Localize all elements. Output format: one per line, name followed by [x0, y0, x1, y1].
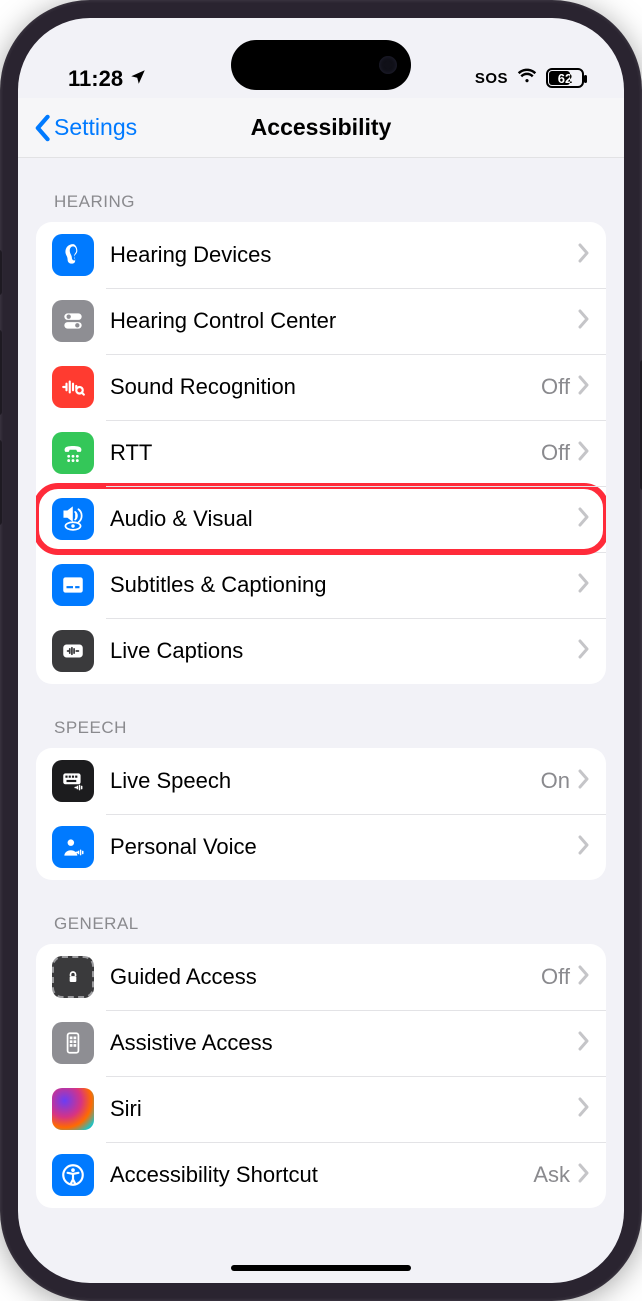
section-header-speech: SPEECH [18, 684, 624, 748]
row-label: Subtitles & Captioning [110, 572, 578, 598]
row-live-captions[interactable]: Live Captions [36, 618, 606, 684]
row-personal-voice[interactable]: Personal Voice [36, 814, 606, 880]
keyboard-wave-icon [52, 760, 94, 802]
back-button[interactable]: Settings [18, 114, 137, 142]
chevron-right-icon [578, 507, 590, 532]
tty-phone-icon [52, 432, 94, 474]
group-hearing: Hearing Devices Hearing Control Center S… [36, 222, 606, 684]
group-general: Guided Access Off Assistive Access Siri [36, 944, 606, 1208]
chevron-right-icon [578, 769, 590, 794]
row-hearing-control-center[interactable]: Hearing Control Center [36, 288, 606, 354]
row-live-speech[interactable]: Live Speech On [36, 748, 606, 814]
row-rtt[interactable]: RTT Off [36, 420, 606, 486]
row-value: On [541, 768, 570, 794]
row-accessibility-shortcut[interactable]: Accessibility Shortcut Ask [36, 1142, 606, 1208]
chevron-right-icon [578, 835, 590, 860]
row-siri[interactable]: Siri [36, 1076, 606, 1142]
row-label: Live Speech [110, 768, 541, 794]
chevron-left-icon [32, 114, 52, 142]
chevron-right-icon [578, 243, 590, 268]
chevron-right-icon [578, 309, 590, 334]
row-label: Siri [110, 1096, 578, 1122]
siri-icon [52, 1088, 94, 1130]
row-label: Live Captions [110, 638, 578, 664]
chevron-right-icon [578, 1097, 590, 1122]
battery-percent: 62 [548, 71, 582, 86]
row-subtitles-captioning[interactable]: Subtitles & Captioning [36, 552, 606, 618]
row-assistive-access[interactable]: Assistive Access [36, 1010, 606, 1076]
row-value: Off [541, 964, 570, 990]
ear-icon [52, 234, 94, 276]
row-label: Personal Voice [110, 834, 578, 860]
person-wave-icon [52, 826, 94, 868]
sound-wave-search-icon [52, 366, 94, 408]
row-audio-visual[interactable]: Audio & Visual [36, 486, 606, 552]
toggles-icon [52, 300, 94, 342]
wifi-icon [516, 64, 538, 92]
row-label: Hearing Devices [110, 242, 578, 268]
grid-phone-icon [52, 1022, 94, 1064]
row-hearing-devices[interactable]: Hearing Devices [36, 222, 606, 288]
row-guided-access[interactable]: Guided Access Off [36, 944, 606, 1010]
chevron-right-icon [578, 1031, 590, 1056]
row-value: Off [541, 374, 570, 400]
accessibility-icon [52, 1154, 94, 1196]
back-label: Settings [54, 114, 137, 141]
row-label: Guided Access [110, 964, 541, 990]
section-header-hearing: HEARING [18, 158, 624, 222]
section-header-general: GENERAL [18, 880, 624, 944]
battery-icon: 62 [546, 68, 584, 88]
guided-access-icon [52, 956, 94, 998]
live-captions-icon [52, 630, 94, 672]
location-icon [129, 66, 147, 92]
home-indicator[interactable] [231, 1265, 411, 1271]
status-time: 11:28 [68, 66, 123, 92]
sos-indicator: SOS [475, 70, 508, 87]
nav-bar: Settings Accessibility [18, 98, 624, 158]
row-label: Audio & Visual [110, 506, 578, 532]
dynamic-island [231, 40, 411, 90]
chevron-right-icon [578, 441, 590, 466]
group-speech: Live Speech On Personal Voice [36, 748, 606, 880]
chevron-right-icon [578, 639, 590, 664]
content-scroll[interactable]: HEARING Hearing Devices Hearing Control … [18, 158, 624, 1283]
row-label: Assistive Access [110, 1030, 578, 1056]
chevron-right-icon [578, 573, 590, 598]
row-label: Hearing Control Center [110, 308, 578, 334]
row-label: Accessibility Shortcut [110, 1162, 533, 1188]
row-sound-recognition[interactable]: Sound Recognition Off [36, 354, 606, 420]
subtitles-icon [52, 564, 94, 606]
chevron-right-icon [578, 375, 590, 400]
chevron-right-icon [578, 1163, 590, 1188]
speaker-eye-icon [52, 498, 94, 540]
row-value: Ask [533, 1162, 570, 1188]
row-label: Sound Recognition [110, 374, 541, 400]
row-value: Off [541, 440, 570, 466]
row-label: RTT [110, 440, 541, 466]
chevron-right-icon [578, 965, 590, 990]
